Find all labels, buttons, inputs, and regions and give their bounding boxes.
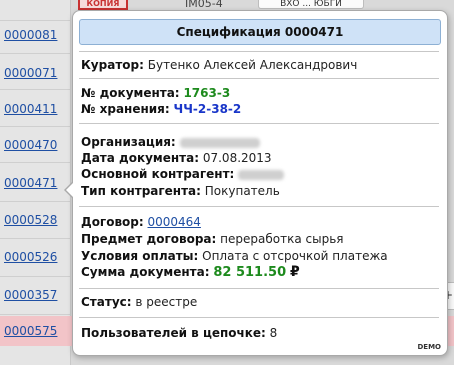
counterparty-redacted [238,169,285,180]
amount-value: 82 511.50 [213,265,287,280]
curator-value: Бутенко Алексей Александрович [147,58,358,72]
document-link[interactable]: 0000526 [0,250,57,264]
row-divider [0,276,70,277]
top-row-button[interactable]: ВХО ... ЮБГИ [258,0,364,9]
document-link[interactable]: 0000470 [0,138,57,152]
document-link[interactable]: 0000081 [0,28,57,42]
contract-label: Договор: [81,215,144,229]
specification-tooltip: Спецификация 0000471 Куратор: Бутенко Ал… [64,10,448,356]
subject-value: переработка сырья [220,232,344,246]
list-item[interactable]: 0000526 [0,250,70,264]
list-item[interactable]: 0000471 [0,176,70,190]
document-link[interactable]: 0000357 [0,288,57,302]
payment-label: Условия оплаты: [81,249,199,263]
list-item[interactable]: 0000357 [0,288,70,302]
row-divider [0,20,70,21]
document-link[interactable]: 0000471 [0,176,57,190]
counterparty-label: Основной контрагент: [81,167,235,181]
demo-badge: DEMO [417,343,441,351]
organization-row: Организация: [81,134,260,150]
top-row-number: IM05-4 [185,0,223,10]
divider [79,51,439,52]
counterparty-type-row: Тип контрагента: Покупатель [81,183,280,199]
storage-row: № хранения: ЧЧ-2-38-2 [81,101,241,117]
list-item[interactable]: 0000071 [0,66,70,80]
divider [79,206,439,207]
divider [79,78,439,79]
document-link[interactable]: 0000071 [0,66,57,80]
doc-number-row: № документа: 1763-3 [81,85,230,101]
document-link[interactable]: 0000411 [0,102,57,116]
contract-link[interactable]: 0000464 [148,215,201,229]
divider [79,317,439,318]
organization-redacted [179,137,260,148]
tooltip-arrow-fill [66,183,73,197]
counterparty-type-value: Покупатель [204,184,280,198]
curator-label: Куратор: [81,58,144,72]
list-item[interactable]: 0000528 [0,213,70,227]
counterparty-type-label: Тип контрагента: [81,184,201,198]
row-divider [0,201,70,202]
users-label: Пользователей в цепочке: [81,326,266,340]
status-row: Статус: в реестре [81,294,197,310]
date-value: 07.08.2013 [202,151,272,165]
organization-label: Организация: [81,135,176,149]
document-link[interactable]: 0000528 [0,213,57,227]
doc-number-label: № документа: [81,86,180,100]
list-item[interactable]: 0000470 [0,138,70,152]
doc-number-value: 1763-3 [183,86,231,100]
payment-value: Оплата с отсрочкой платежа [202,249,388,263]
row-divider [0,238,70,239]
divider [79,123,439,124]
payment-row: Условия оплаты: Оплата с отсрочкой плате… [81,248,388,264]
status-label: Статус: [81,295,132,309]
date-label: Дата документа: [81,151,200,165]
subject-label: Предмет договора: [81,232,217,246]
users-value: 8 [269,326,278,340]
status-value: в реестре [135,295,198,309]
row-divider [0,162,70,163]
date-row: Дата документа: 07.08.2013 [81,150,272,166]
tooltip-title: Спецификация 0000471 [79,19,441,45]
list-item[interactable]: 0000411 [0,102,70,116]
users-row: Пользователей в цепочке: 8 [81,325,277,341]
amount-label: Сумма документа: [81,265,210,279]
storage-label: № хранения: [81,102,170,116]
subject-row: Предмет договора: переработка сырья [81,231,343,247]
document-link[interactable]: 0000575 [0,324,57,338]
amount-row: Сумма документа: 82 511.50 ₽ [81,264,300,281]
divider [79,288,439,289]
curator-row: Куратор: Бутенко Алексей Александрович [81,57,357,73]
row-divider [0,126,70,127]
list-item[interactable]: 0000081 [0,28,70,42]
counterparty-row: Основной контрагент: [81,166,285,182]
row-divider [0,89,70,90]
contract-row: Договор: 0000464 [81,214,201,230]
copy-stamp: КОПИЯ [78,0,128,10]
row-divider [0,53,70,54]
list-item[interactable]: 0000575 [0,324,70,338]
storage-value: ЧЧ-2-38-2 [173,102,242,116]
ruble-icon: ₽ [289,264,300,280]
row-divider [0,314,70,315]
